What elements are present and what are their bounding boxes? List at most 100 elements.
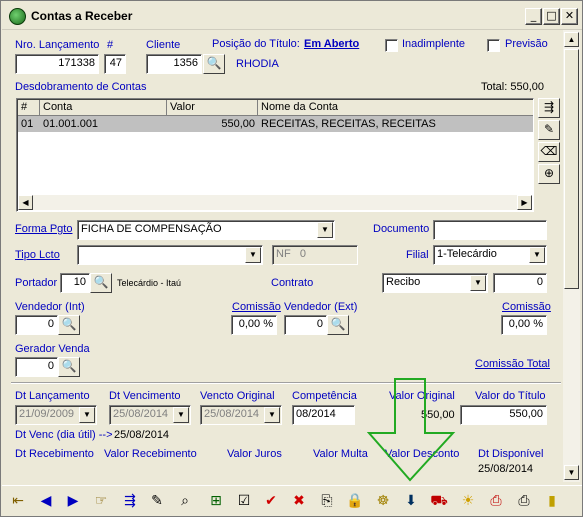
gerador-venda-label: Gerador Venda	[15, 343, 90, 355]
doc-edit-icon[interactable]: ✎	[145, 489, 169, 513]
confirm-icon[interactable]: ✔	[259, 489, 283, 513]
portador-field[interactable]: 10	[60, 273, 90, 293]
edit-row-icon[interactable]: ✎	[538, 120, 560, 140]
tipo-lcto-select[interactable]: ▼	[77, 245, 263, 265]
chevron-down-icon[interactable]: ▼	[529, 247, 545, 263]
list-check-icon[interactable]: ☑	[232, 489, 256, 513]
chevron-down-icon[interactable]: ▼	[317, 222, 333, 238]
hash-field[interactable]: 47	[104, 54, 126, 74]
portador-search-icon[interactable]: 🔍	[90, 273, 112, 293]
printer-icon[interactable]: ⎙	[512, 489, 536, 513]
lock-icon[interactable]: 🔒	[343, 489, 367, 513]
divider	[11, 382, 561, 384]
comissao-int-field[interactable]: 0,00 %	[231, 315, 277, 335]
grid-hscroll[interactable]: ◀ ▶	[18, 195, 532, 210]
scroll-right-icon[interactable]: ▶	[517, 195, 532, 210]
table-row[interactable]: 01 01.001.001 550,00 RECEITAS, RECEITAS,…	[18, 116, 533, 132]
total-label: Total: 550,00	[481, 81, 544, 93]
dt-disponivel-value: 25/08/2014	[478, 463, 534, 475]
comissao-ext-field[interactable]: 0,00 %	[501, 315, 547, 335]
forma-pgto-select[interactable]: FICHA DE COMPENSAÇÃO ▼	[77, 220, 335, 240]
receive-icon[interactable]: ⬇	[399, 489, 423, 513]
documento-field[interactable]	[433, 220, 547, 240]
scroll-thumb[interactable]	[564, 49, 579, 289]
vendedor-int-field[interactable]: 0	[15, 315, 58, 335]
filial-label: Filial	[406, 249, 429, 261]
col-header-conta[interactable]: Conta	[40, 100, 167, 116]
dt-vencimento-value: 25/08/2014	[113, 408, 169, 420]
chevron-down-icon[interactable]: ▼	[470, 275, 486, 291]
filial-select[interactable]: 1-Telecárdio ▼	[433, 245, 547, 265]
prev-icon[interactable]: ◀	[34, 489, 58, 513]
valor-titulo-field[interactable]: 550,00	[460, 405, 547, 425]
competencia-field[interactable]: 08/2014	[292, 405, 355, 425]
scroll-down-icon[interactable]: ▼	[564, 465, 579, 480]
contrato-label: Contrato	[271, 277, 314, 289]
main-vscroll[interactable]: ▲ ▼	[563, 30, 580, 482]
inadimplente-checkbox[interactable]	[385, 39, 398, 52]
tipo-lcto-label[interactable]: Tipo Lcto	[15, 249, 60, 261]
vendedor-ext-label: Vendedor (Ext)	[284, 301, 358, 313]
sun-icon[interactable]: ☀	[456, 489, 480, 513]
col-header-valor[interactable]: Valor	[167, 100, 258, 116]
vencto-original-field: 25/08/2014 ▼	[200, 405, 282, 425]
cliente-search-icon[interactable]: 🔍	[203, 54, 225, 74]
car-icon[interactable]: ⛟	[427, 489, 451, 513]
forma-pgto-value: FICHA DE COMPENSAÇÃO	[81, 223, 222, 235]
cliente-code-field[interactable]: 1356	[146, 54, 202, 74]
forma-pgto-label[interactable]: Forma Pgto	[15, 223, 72, 235]
desdobramento-title: Desdobramento de Contas	[15, 81, 147, 93]
vendedor-ext-field[interactable]: 0	[284, 315, 327, 335]
contrato-num-field[interactable]: 0	[493, 273, 547, 293]
cancel-icon[interactable]: ✖	[287, 489, 311, 513]
split-row-icon[interactable]: ⇶	[538, 98, 560, 118]
dt-venc-util-label: Dt Venc (dia útil) -->	[15, 429, 113, 441]
vendedor-ext-search-icon[interactable]: 🔍	[327, 315, 349, 335]
dt-vencimento-field: 25/08/2014 ▼	[109, 405, 191, 425]
maximize-button[interactable]: □	[543, 8, 560, 25]
split-icon[interactable]: ⇶	[118, 489, 142, 513]
exit-icon[interactable]: ⇤	[6, 489, 30, 513]
cell-num: 01	[21, 118, 34, 130]
valor-multa-label: Valor Multa	[313, 448, 368, 460]
chevron-down-icon[interactable]: ▼	[245, 247, 261, 263]
scroll-up-icon[interactable]: ▲	[564, 32, 579, 47]
gerador-venda-search-icon[interactable]: 🔍	[58, 357, 80, 377]
dt-recebimento-label: Dt Recebimento	[15, 448, 94, 460]
point-icon[interactable]: ☞	[89, 489, 113, 513]
hash-label: #	[107, 39, 114, 51]
print-icon[interactable]: ⎙	[484, 489, 508, 513]
nro-lancamento-field[interactable]: 171338	[15, 54, 99, 74]
col-header-num[interactable]: #	[18, 100, 40, 116]
book-icon[interactable]: ▮	[540, 489, 564, 513]
copy-icon[interactable]: ⎘	[315, 489, 339, 513]
comissao-int-label[interactable]: Comissão	[232, 301, 281, 313]
minimize-button[interactable]: _	[525, 8, 542, 25]
next-icon[interactable]: ▶	[61, 489, 85, 513]
cell-conta: 01.001.001	[43, 118, 99, 130]
cell-valor: 550,00	[221, 118, 255, 130]
posicao-value[interactable]: Em Aberto	[304, 38, 359, 50]
delete-row-icon[interactable]: ⌫	[538, 142, 560, 162]
doc-search-icon[interactable]: ⌕	[173, 489, 197, 513]
competencia-label: Competência	[292, 390, 357, 402]
close-button[interactable]: ✕	[561, 8, 578, 25]
gerador-venda-field[interactable]: 0	[15, 357, 58, 377]
col-header-nome[interactable]: Nome da Conta	[258, 100, 533, 116]
valor-titulo-label: Valor do Título	[475, 390, 546, 402]
cliente-name: RHODIA	[236, 58, 279, 70]
tree-icon[interactable]: ⊞	[204, 489, 228, 513]
comissao-ext-label[interactable]: Comissão	[502, 301, 551, 313]
vendedor-int-search-icon[interactable]: 🔍	[58, 315, 80, 335]
scroll-left-icon[interactable]: ◀	[18, 195, 33, 210]
previsao-checkbox[interactable]	[487, 39, 500, 52]
filial-value: 1-Telecárdio	[437, 248, 497, 260]
handshake-icon[interactable]: ☸	[371, 489, 395, 513]
contrato-select[interactable]: Recibo ▼	[382, 273, 488, 293]
nf-field: NF 0	[272, 245, 358, 265]
main-window: Contas a Receber _ □ ✕ Nro. Lançamento #…	[0, 0, 583, 517]
accounts-grid[interactable]: # Conta Valor Nome da Conta 01 01.001.00…	[16, 98, 534, 212]
comissao-total-link[interactable]: Comissão Total	[475, 358, 550, 370]
zoom-icon[interactable]: ⊕	[538, 164, 560, 184]
portador-label: Portador	[15, 277, 58, 289]
